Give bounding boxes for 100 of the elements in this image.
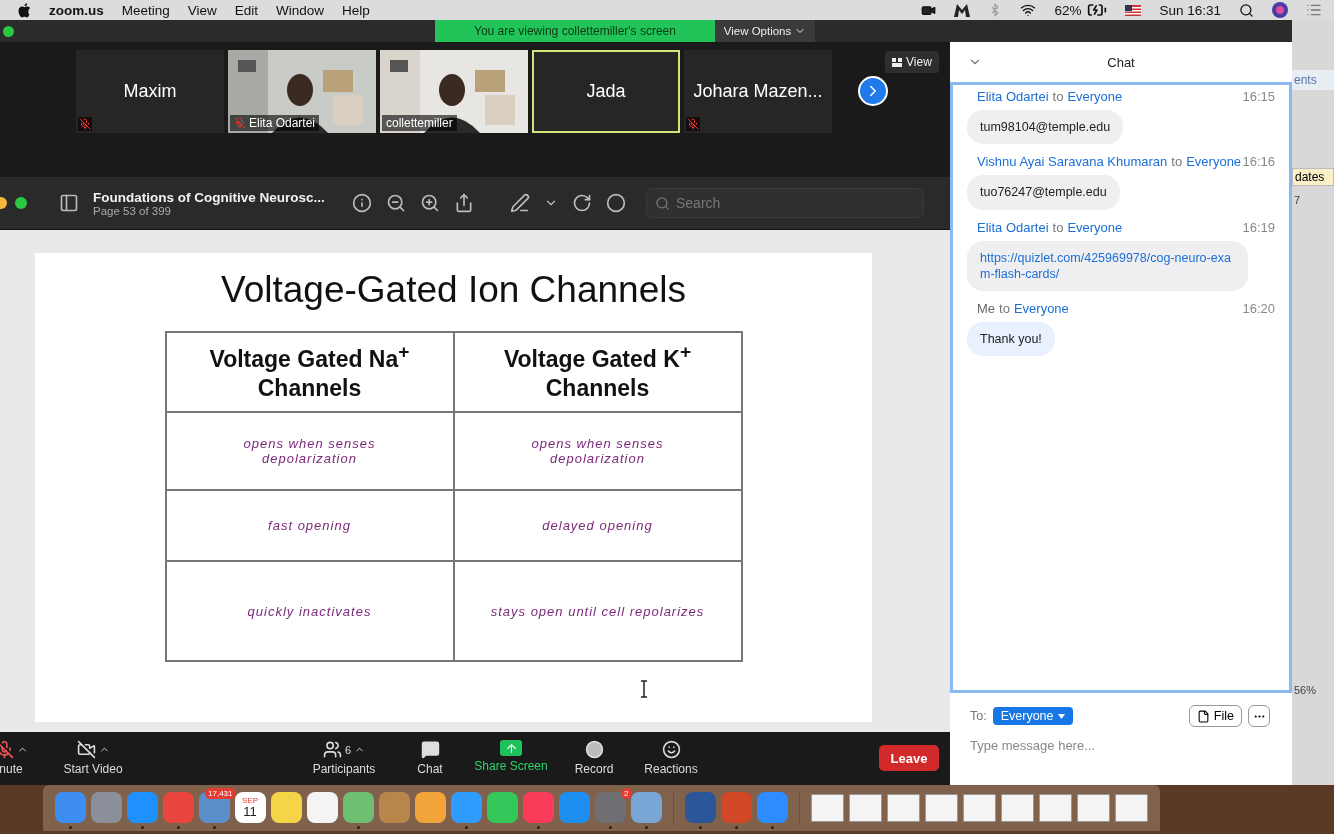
view-button[interactable]: View bbox=[885, 51, 939, 73]
app-icon[interactable] bbox=[342, 791, 374, 823]
menu-clock[interactable]: Sun 16:31 bbox=[1159, 2, 1221, 18]
flag-icon[interactable] bbox=[1125, 4, 1142, 16]
page-indicator: Page 53 of 399 bbox=[93, 204, 172, 217]
search-icon[interactable] bbox=[1239, 2, 1254, 18]
window-thumbnail[interactable] bbox=[924, 794, 958, 822]
sender-name: Elita Odartei bbox=[977, 89, 1049, 104]
app-icon[interactable] bbox=[198, 791, 230, 823]
sidebar-icon[interactable] bbox=[59, 193, 79, 213]
siri-icon[interactable] bbox=[1272, 2, 1288, 18]
more-button[interactable] bbox=[1248, 705, 1270, 727]
participant-tile[interactable]: Jada bbox=[532, 49, 680, 133]
participant-name: Johara Mazen... bbox=[693, 80, 823, 102]
window-thumbnail[interactable] bbox=[962, 794, 996, 822]
calendar-month: SEP bbox=[242, 795, 258, 805]
window-thumbnail[interactable] bbox=[1000, 794, 1034, 822]
recipient-name: Everyone bbox=[1186, 154, 1242, 170]
app-icon[interactable] bbox=[306, 791, 338, 823]
mic-button[interactable]: nute bbox=[0, 740, 30, 776]
markup-icon[interactable] bbox=[606, 193, 626, 213]
handwritten-note: quickly inactivates bbox=[165, 561, 454, 661]
file-button[interactable]: File bbox=[1188, 705, 1242, 727]
m-logo-icon[interactable] bbox=[954, 3, 971, 17]
calendar-day: 11 bbox=[243, 804, 257, 819]
list-icon[interactable] bbox=[1306, 2, 1322, 18]
to-word: to bbox=[1052, 219, 1064, 235]
reactions-button[interactable]: Reactions bbox=[643, 740, 699, 776]
table-header: Voltage Gated Na$^{+}$ Channels bbox=[208, 339, 411, 404]
window-thumbnail[interactable] bbox=[1076, 794, 1110, 822]
zoom-level: 56% bbox=[1293, 684, 1318, 696]
chat-button[interactable]: Chat bbox=[412, 740, 448, 776]
file-icon bbox=[1196, 709, 1210, 723]
message-time: 16:19 bbox=[1242, 219, 1275, 235]
zoom-window-dot[interactable] bbox=[15, 197, 27, 209]
participant-tile[interactable]: Johara Mazen... bbox=[684, 49, 832, 133]
leave-button[interactable]: Leave bbox=[879, 745, 939, 771]
handwritten-note: stays open until cell repolarizes bbox=[453, 561, 742, 661]
screen-share-banner: You are viewing collettemiller's screen bbox=[435, 20, 715, 42]
handwritten-note: opens when senses depolarization bbox=[165, 412, 454, 490]
app-icon[interactable]: SEP 11 bbox=[234, 791, 266, 823]
view-options-button[interactable]: View Options bbox=[715, 20, 815, 42]
handwritten-note: opens when senses depolarization bbox=[453, 412, 742, 490]
menu-item[interactable]: Window bbox=[276, 2, 325, 18]
app-icon[interactable] bbox=[486, 791, 518, 823]
people-icon bbox=[322, 740, 342, 759]
table-header: Voltage Gated K$^{+}$ Channels bbox=[502, 339, 693, 404]
menu-item[interactable]: View bbox=[187, 2, 217, 18]
menu-item[interactable]: Meeting bbox=[121, 2, 170, 18]
chat-bubble-icon bbox=[420, 740, 440, 759]
participant-name: Elita Odartei bbox=[230, 114, 320, 131]
sender-name: Vishnu Ayai Saravana Khumaran bbox=[977, 154, 1168, 170]
window-thumbnail[interactable] bbox=[848, 794, 882, 822]
record-icon bbox=[584, 740, 604, 759]
app-menu[interactable]: zoom.us bbox=[49, 2, 104, 18]
notification-badge: 2 bbox=[621, 787, 632, 799]
window-thumbnail[interactable] bbox=[810, 794, 844, 822]
window-thumbnail[interactable] bbox=[1114, 794, 1148, 822]
participants-button[interactable]: 6 Participants bbox=[312, 740, 376, 776]
app-icon[interactable] bbox=[270, 791, 302, 823]
grid-icon bbox=[892, 57, 902, 67]
next-page-button[interactable] bbox=[858, 76, 888, 106]
pen-icon[interactable] bbox=[510, 193, 530, 213]
recipient-name: Everyone bbox=[1013, 301, 1069, 316]
zoom-out-icon[interactable] bbox=[386, 193, 406, 213]
message-bubble: tum98104@temple.edu bbox=[967, 110, 1124, 145]
video-button[interactable]: Start Video bbox=[60, 740, 126, 776]
record-button[interactable]: Record bbox=[572, 740, 616, 776]
message-bubble: tuo76247@temple.edu bbox=[967, 175, 1120, 210]
handwritten-note: delayed opening bbox=[453, 490, 742, 561]
menu-item[interactable]: Help bbox=[342, 2, 370, 18]
app-icon[interactable] bbox=[414, 791, 446, 823]
participant-tile[interactable]: collettemiller bbox=[380, 49, 528, 133]
search-icon bbox=[655, 195, 670, 211]
window-thumbnail[interactable] bbox=[886, 794, 920, 822]
participant-tile[interactable]: Maxim bbox=[76, 49, 224, 133]
window-thumbnail[interactable] bbox=[1038, 794, 1072, 822]
smiley-icon bbox=[661, 740, 681, 759]
message-time: 16:20 bbox=[1242, 301, 1275, 316]
menu-item[interactable]: Edit bbox=[234, 2, 259, 18]
caret-icon bbox=[1057, 713, 1065, 719]
participant-name: Jada bbox=[586, 80, 626, 102]
window-dot[interactable] bbox=[3, 25, 14, 37]
participant-tile[interactable]: Elita Odartei bbox=[228, 49, 376, 133]
participant-name: Maxim bbox=[123, 80, 177, 102]
zoom-in-icon[interactable] bbox=[420, 193, 440, 213]
recipient-dropdown[interactable]: Everyone bbox=[992, 707, 1073, 725]
rotate-icon[interactable] bbox=[572, 193, 592, 213]
notification-badge: 17,431 bbox=[205, 787, 236, 799]
document-title: Foundations of Cognitive Neurosc... bbox=[93, 189, 326, 205]
share-icon[interactable] bbox=[454, 193, 474, 213]
apple-logo-icon[interactable] bbox=[18, 2, 31, 18]
message-time: 16:15 bbox=[1242, 89, 1275, 104]
message-link[interactable]: https://quizlet.com/425969978/cog-neuro-exam-flash-cards/ bbox=[967, 240, 1248, 291]
share-button[interactable]: Share Screen bbox=[468, 740, 554, 773]
message-bubble: Thank you! bbox=[967, 322, 1055, 357]
info-icon[interactable] bbox=[352, 193, 372, 213]
message-time: 16:16 bbox=[1242, 154, 1275, 170]
to-word: to bbox=[1052, 89, 1064, 104]
wifi-icon[interactable] bbox=[1020, 2, 1037, 18]
